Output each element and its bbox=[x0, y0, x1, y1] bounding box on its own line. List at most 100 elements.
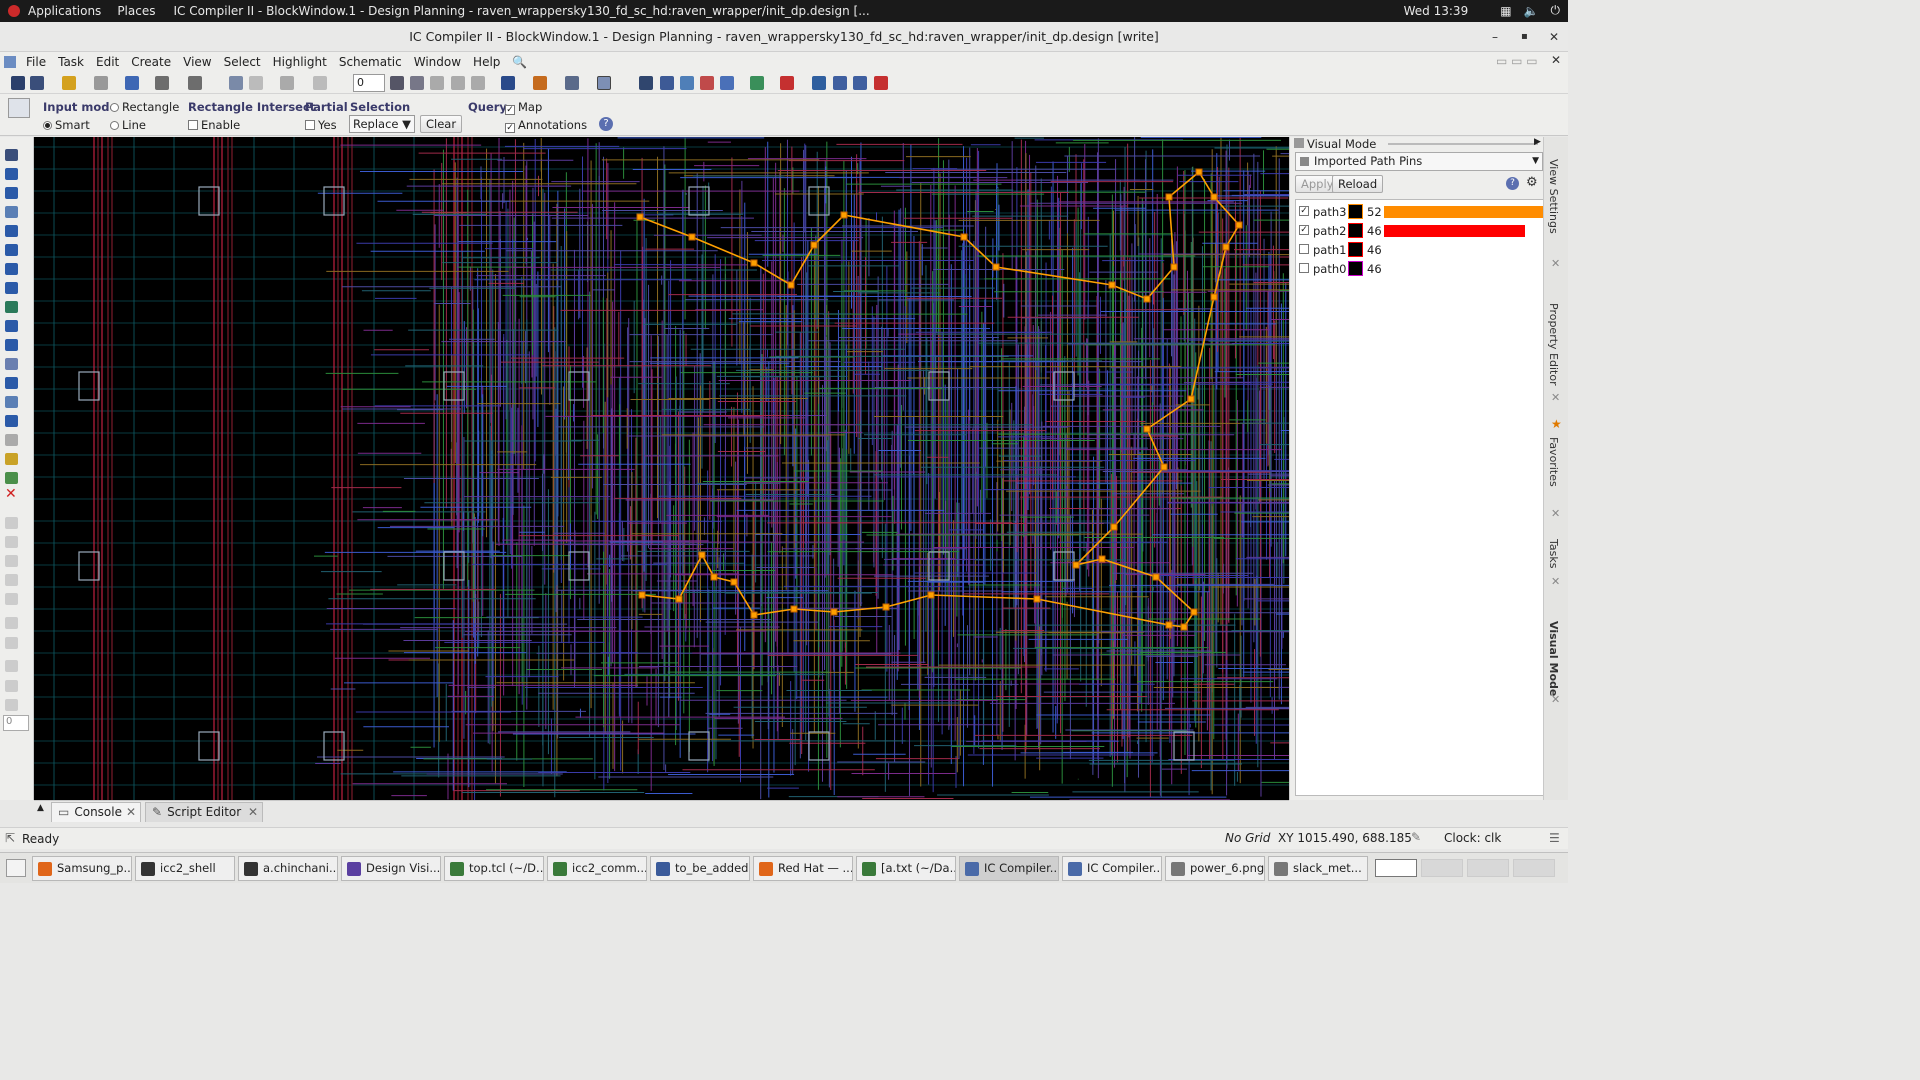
menu-edit[interactable]: Edit bbox=[90, 55, 125, 69]
tab-console[interactable]: ▭ Console ✕ bbox=[51, 802, 141, 822]
taskbar-item[interactable]: to_be_added bbox=[650, 856, 750, 881]
minimize-button[interactable]: – bbox=[1492, 22, 1498, 52]
wire-icon[interactable] bbox=[5, 660, 18, 672]
path-row-path2[interactable]: ✓ path2 46 bbox=[1296, 221, 1545, 240]
line-radio[interactable]: Line bbox=[110, 118, 146, 132]
rectangle-tool-icon[interactable] bbox=[5, 206, 18, 218]
path-color-swatch[interactable] bbox=[1348, 204, 1363, 219]
distribute-icon[interactable] bbox=[5, 415, 18, 427]
fix-icon[interactable] bbox=[5, 555, 18, 567]
flip-icon[interactable] bbox=[5, 263, 18, 275]
network-icon[interactable]: ▦ bbox=[1500, 4, 1511, 18]
volume-icon[interactable]: 🔈 bbox=[1524, 4, 1539, 18]
path-color-swatch[interactable] bbox=[1348, 242, 1363, 257]
info-icon[interactable] bbox=[5, 168, 18, 180]
pattern-icon[interactable] bbox=[5, 434, 18, 446]
unlock-icon[interactable] bbox=[5, 536, 18, 548]
via-icon[interactable] bbox=[5, 680, 18, 692]
probe-icon[interactable] bbox=[639, 76, 653, 90]
tasklist-icon[interactable] bbox=[853, 76, 867, 90]
applications-menu[interactable]: Applications bbox=[20, 4, 109, 18]
tab-property-editor[interactable]: Property Editor bbox=[1547, 303, 1560, 386]
menu-view[interactable]: View bbox=[177, 55, 217, 69]
taskbar-item[interactable]: Design Visi... bbox=[341, 856, 441, 881]
clear-button[interactable]: Clear bbox=[420, 115, 463, 133]
timing-icon[interactable] bbox=[680, 76, 694, 90]
drc-icon[interactable] bbox=[780, 76, 794, 90]
taskbar-item[interactable]: [a.txt (~/Da... bbox=[856, 856, 956, 881]
delete-icon[interactable]: ✕ bbox=[5, 486, 17, 502]
menu-highlight[interactable]: Highlight bbox=[267, 55, 333, 69]
panel-layout-icon[interactable]: ▭ ▭ ▭ bbox=[1496, 54, 1538, 68]
tab-script-editor[interactable]: ✎ Script Editor ✕ bbox=[145, 802, 263, 822]
favorites-star-icon[interactable]: ★ bbox=[1551, 417, 1562, 431]
selection-dropdown[interactable]: Replace ▼ bbox=[349, 115, 415, 133]
close-window-button[interactable]: ✕ bbox=[1549, 22, 1559, 52]
chart-icon[interactable] bbox=[565, 76, 579, 90]
path-color-swatch[interactable] bbox=[1348, 223, 1363, 238]
split-icon[interactable] bbox=[5, 320, 18, 332]
redo-icon[interactable] bbox=[313, 76, 327, 90]
active-window-title[interactable]: IC Compiler II - BlockWindow.1 - Design … bbox=[163, 4, 877, 18]
brush-icon[interactable] bbox=[5, 593, 18, 605]
collapse-arrow-icon[interactable]: ▶ bbox=[1534, 137, 1541, 147]
workspace-4[interactable] bbox=[1513, 859, 1555, 877]
select-tool-icon[interactable] bbox=[8, 98, 30, 118]
close-tab-icon[interactable]: ✕ bbox=[1551, 507, 1560, 520]
system-clock[interactable]: Wed 13:39 bbox=[1404, 4, 1469, 18]
align-left-icon[interactable] bbox=[430, 76, 444, 90]
places-menu[interactable]: Places bbox=[109, 4, 163, 18]
close-tab-icon[interactable]: ✕ bbox=[1551, 391, 1560, 404]
route-icon[interactable] bbox=[155, 76, 169, 90]
zoom-icon[interactable] bbox=[5, 187, 18, 199]
taskbar-item[interactable]: Samsung_p... bbox=[32, 856, 132, 881]
taskbar-item[interactable]: top.tcl (~/D... bbox=[444, 856, 544, 881]
layout-canvas[interactable] bbox=[34, 137, 1289, 800]
measure-icon[interactable] bbox=[5, 339, 18, 351]
lock-icon[interactable] bbox=[5, 517, 18, 529]
path-checkbox[interactable]: ✓ bbox=[1299, 206, 1309, 216]
report-icon[interactable] bbox=[720, 76, 734, 90]
group-icon[interactable] bbox=[5, 396, 18, 408]
snap-icon[interactable] bbox=[5, 699, 18, 711]
taskbar-item[interactable]: Red Hat — ... bbox=[753, 856, 853, 881]
path-row-path1[interactable]: path1 46 bbox=[1296, 240, 1545, 259]
path-row-path0[interactable]: path0 46 bbox=[1296, 259, 1545, 278]
box-icon[interactable] bbox=[5, 637, 18, 649]
expand-arrow-icon[interactable]: ▲ bbox=[37, 803, 44, 813]
route-net-icon[interactable] bbox=[188, 76, 202, 90]
workspace-2[interactable] bbox=[1421, 859, 1463, 877]
csv-icon[interactable] bbox=[874, 76, 888, 90]
pencil-icon[interactable] bbox=[62, 76, 76, 90]
undo-icon[interactable] bbox=[280, 76, 294, 90]
tab-favorites[interactable]: Favorites bbox=[1547, 437, 1560, 487]
settings-gear-icon[interactable]: ⚙ bbox=[1526, 175, 1538, 190]
tree-icon[interactable] bbox=[5, 472, 18, 484]
visual-mode-select[interactable]: Imported Path Pins ▼ bbox=[1295, 152, 1543, 171]
taskbar-item[interactable]: slack_met... bbox=[1268, 856, 1368, 881]
highlight-icon[interactable] bbox=[125, 76, 139, 90]
check-icon[interactable] bbox=[700, 76, 714, 90]
close-tab-icon[interactable]: ✕ bbox=[1551, 257, 1560, 270]
path-checkbox[interactable] bbox=[1299, 263, 1309, 273]
cut-icon[interactable] bbox=[94, 76, 108, 90]
menu-file[interactable]: File bbox=[20, 55, 52, 69]
tab-visual-mode[interactable]: Visual Mode bbox=[1547, 621, 1560, 696]
lasso-icon[interactable] bbox=[5, 617, 18, 629]
layout-view-icon[interactable] bbox=[597, 76, 611, 90]
search-icon[interactable]: 🔍 bbox=[506, 55, 533, 69]
align-icon[interactable] bbox=[410, 76, 424, 90]
layout-view[interactable] bbox=[34, 137, 1289, 800]
workspace-1[interactable] bbox=[1375, 859, 1417, 877]
path-checkbox[interactable] bbox=[1299, 244, 1309, 254]
layer-spinbox[interactable]: 0 bbox=[353, 74, 385, 92]
align-center-icon[interactable] bbox=[451, 76, 465, 90]
close-tab-icon[interactable]: ✕ bbox=[1551, 693, 1560, 706]
align-top-icon[interactable] bbox=[471, 76, 485, 90]
show-desktop-icon[interactable] bbox=[6, 859, 26, 877]
close-tab-icon[interactable]: ✕ bbox=[1551, 575, 1560, 588]
zoom-fit-icon[interactable] bbox=[229, 76, 243, 90]
grid-icon[interactable] bbox=[660, 76, 674, 90]
palette-spinbox[interactable]: 0 bbox=[3, 715, 29, 731]
hierarchy-icon[interactable] bbox=[533, 76, 547, 90]
